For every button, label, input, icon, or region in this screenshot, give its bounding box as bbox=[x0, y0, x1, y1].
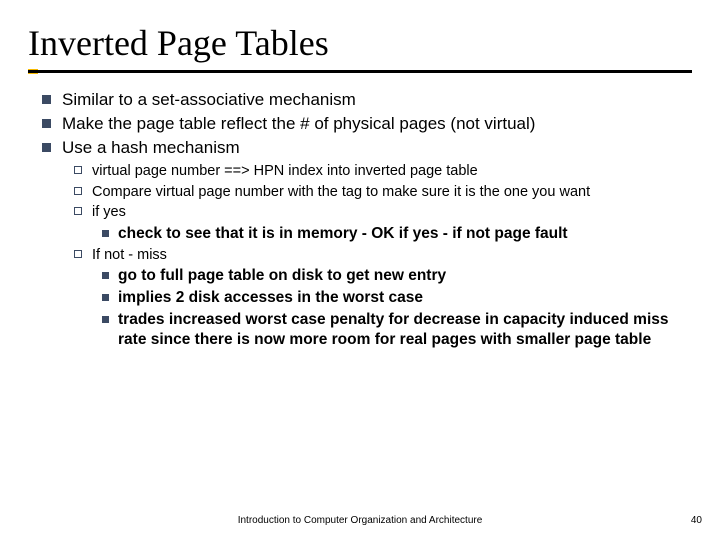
sub-list: virtual page number ==> HPN index into i… bbox=[62, 162, 692, 349]
page-number: 40 bbox=[691, 515, 702, 526]
slide-title: Inverted Page Tables bbox=[28, 22, 692, 64]
slide: Inverted Page Tables Similar to a set-as… bbox=[0, 0, 720, 540]
list-item: If not - miss go to full page table on d… bbox=[62, 246, 692, 350]
list-item: trades increased worst case penalty for … bbox=[92, 310, 692, 350]
bullet-text: If not - miss bbox=[92, 247, 167, 263]
sub-sub-list: go to full page table on disk to get new… bbox=[92, 266, 692, 349]
bullet-text: go to full page table on disk to get new… bbox=[118, 267, 446, 284]
bullet-text: virtual page number ==> HPN index into i… bbox=[92, 163, 478, 179]
bullet-text: Similar to a set-associative mechanism bbox=[62, 90, 356, 109]
list-item: virtual page number ==> HPN index into i… bbox=[62, 162, 692, 181]
sub-sub-list: check to see that it is in memory - OK i… bbox=[92, 224, 692, 244]
title-rule bbox=[28, 70, 692, 75]
list-item: Use a hash mechanism virtual page number… bbox=[28, 137, 692, 350]
bullet-text: implies 2 disk accesses in the worst cas… bbox=[118, 289, 423, 306]
list-item: go to full page table on disk to get new… bbox=[92, 266, 692, 286]
list-item: check to see that it is in memory - OK i… bbox=[92, 224, 692, 244]
bullet-text: trades increased worst case penalty for … bbox=[118, 311, 669, 348]
bullet-list: Similar to a set-associative mechanism M… bbox=[28, 89, 692, 350]
bullet-text: Compare virtual page number with the tag… bbox=[92, 184, 590, 200]
footer: Introduction to Computer Organization an… bbox=[0, 515, 720, 526]
bullet-text: check to see that it is in memory - OK i… bbox=[118, 225, 568, 242]
list-item: if yes check to see that it is in memory… bbox=[62, 203, 692, 243]
list-item: Compare virtual page number with the tag… bbox=[62, 183, 692, 202]
rule-main bbox=[28, 70, 692, 73]
bullet-text: if yes bbox=[92, 204, 126, 220]
list-item: Make the page table reflect the # of phy… bbox=[28, 113, 692, 135]
footer-text: Introduction to Computer Organization an… bbox=[0, 515, 720, 526]
bullet-text: Make the page table reflect the # of phy… bbox=[62, 114, 535, 133]
list-item: implies 2 disk accesses in the worst cas… bbox=[92, 288, 692, 308]
bullet-text: Use a hash mechanism bbox=[62, 138, 240, 157]
list-item: Similar to a set-associative mechanism bbox=[28, 89, 692, 111]
